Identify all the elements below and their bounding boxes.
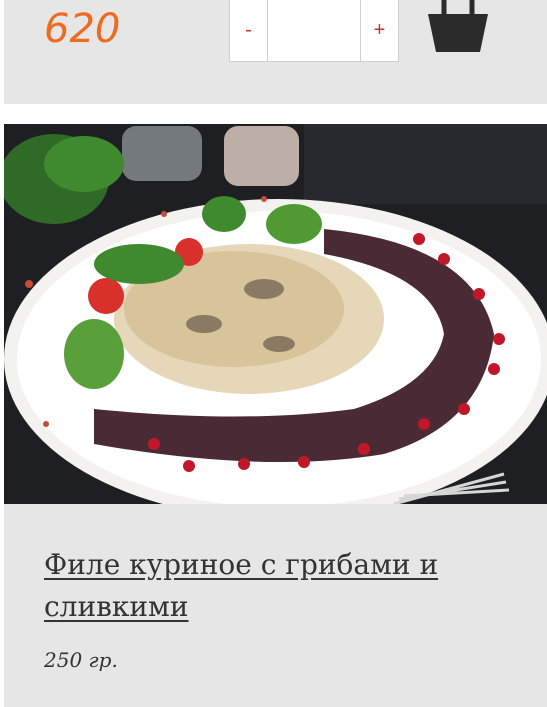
product-card-previous: 620 - + [4, 0, 547, 104]
increase-quantity-button[interactable]: + [360, 0, 398, 61]
product-price: 620 [44, 6, 121, 52]
product-title-link[interactable]: Филе куриное с грибами и сливкими [44, 544, 514, 628]
dish-photo[interactable] [4, 124, 547, 504]
quantity-input[interactable] [268, 0, 360, 61]
quantity-stepper: - + [229, 0, 399, 62]
decrease-quantity-button[interactable]: - [230, 0, 268, 61]
shopping-bag-icon [428, 0, 488, 52]
product-weight: 250 гр. [44, 648, 118, 672]
product-card: Филе куриное с грибами и сливкими 250 гр… [4, 124, 547, 707]
add-to-cart-button[interactable] [424, 0, 492, 56]
